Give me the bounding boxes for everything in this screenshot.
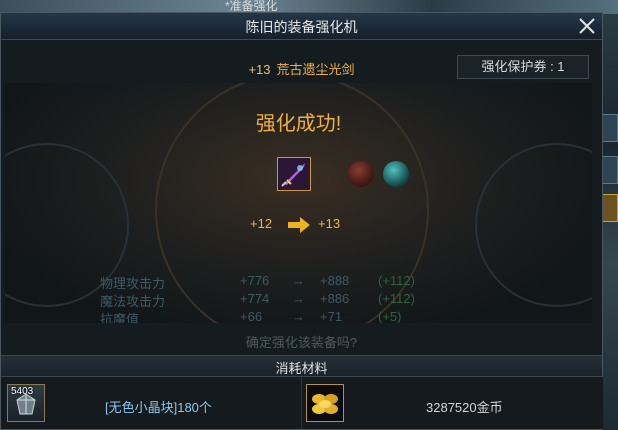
- gold-slot[interactable]: [306, 384, 344, 422]
- item-slot[interactable]: [277, 157, 311, 191]
- item-bar: +13 荒古遗尘光剑 强化保护券 : 1: [1, 52, 602, 82]
- stat-row: 物理攻击力 +776 → +888 (+112): [100, 273, 440, 291]
- crystal-slot[interactable]: 5403: [7, 384, 45, 422]
- stat-arrow: →: [292, 273, 305, 288]
- stat-row: 魔法攻击力 +774 → +886 (+112): [100, 291, 440, 309]
- gold-coins-icon: [312, 394, 338, 414]
- material-gold: 3287520金币: [301, 377, 603, 429]
- stat-old-value: +66: [240, 309, 263, 323]
- stat-diff: (+112): [378, 273, 415, 288]
- crystal-stock: 5403: [11, 386, 34, 397]
- stat-row: 抗魔值 +66 → +71 (+5): [100, 309, 440, 323]
- stat-old-value: +774: [240, 291, 270, 306]
- sword-item-icon: [278, 158, 310, 190]
- item-title: 荒古遗尘光剑: [276, 62, 355, 77]
- materials-header: 消耗材料: [1, 355, 602, 377]
- success-message: 强化成功!: [255, 113, 342, 135]
- teal-orb: [383, 161, 409, 187]
- window-title: 陈旧的装备强化机: [245, 19, 358, 35]
- from-level: +12: [250, 216, 273, 231]
- enhancement-window: 陈旧的装备强化机 +13 荒古遗尘光剑 强化保护券 : 1 强化成功! +12 …: [0, 12, 603, 430]
- title-bar[interactable]: 陈旧的装备强化机: [1, 13, 602, 40]
- stat-old-value: +776: [240, 273, 270, 288]
- item-level: +13: [248, 62, 271, 77]
- stat-arrow: →: [292, 309, 305, 323]
- to-level: +13: [318, 216, 341, 231]
- red-orb: [348, 161, 374, 187]
- stat-diff: (+5): [378, 309, 402, 323]
- stat-name: 物理攻击力: [100, 276, 166, 291]
- stat-arrow: →: [292, 291, 305, 306]
- stat-new-value: +71: [320, 309, 343, 323]
- side-tab[interactable]: [602, 156, 618, 184]
- stat-name: 魔法攻击力: [100, 294, 166, 309]
- stat-diff: (+112): [378, 291, 415, 306]
- material-crystal: 5403 [无色小晶块]180个: [1, 377, 296, 429]
- level-change: +12 +13: [250, 216, 370, 236]
- enhancement-stage: 强化成功! +12 +13 物理攻击力 +776 → +888 (+112) 魔…: [5, 83, 592, 323]
- right-arrow-icon: [288, 217, 310, 233]
- stat-new-value: +886: [320, 291, 350, 306]
- close-icon[interactable]: [578, 17, 596, 35]
- materials-title: 消耗材料: [275, 361, 328, 376]
- stat-new-value: +888: [320, 273, 350, 288]
- side-tab[interactable]: [602, 194, 618, 222]
- side-tab[interactable]: [602, 114, 618, 142]
- crystal-label: [无色小晶块]180个: [105, 400, 212, 415]
- machine-gear-decor: [475, 143, 592, 307]
- confirm-prompt: 确定强化该装备吗?: [245, 335, 358, 350]
- protection-ticket-count: 强化保护券 : 1: [457, 55, 589, 79]
- stat-name: 抗魔值: [100, 312, 140, 323]
- close-button[interactable]: [576, 15, 598, 37]
- gold-amount: 3287520金币: [426, 400, 503, 415]
